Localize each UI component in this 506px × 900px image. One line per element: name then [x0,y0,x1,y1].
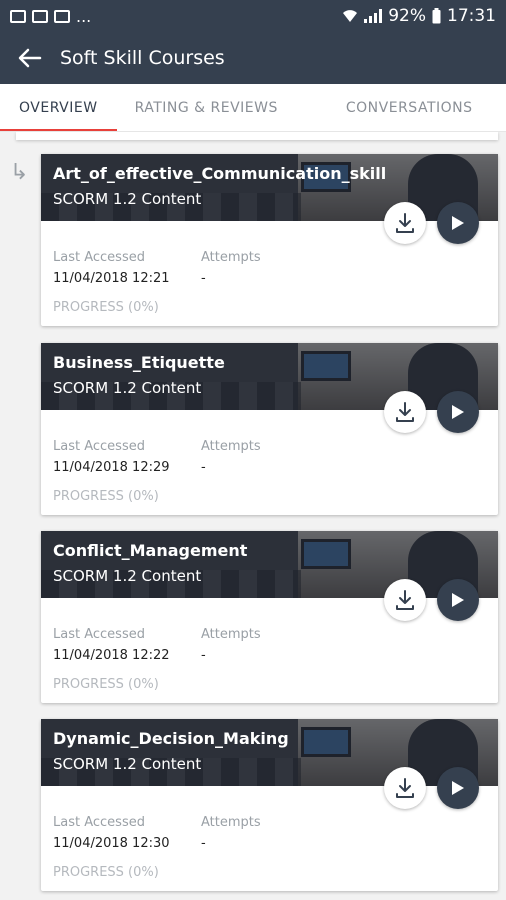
download-icon [396,778,414,798]
play-icon [452,781,464,795]
more-notifications-indicator: ... [76,6,92,26]
back-button[interactable] [0,32,60,84]
last-accessed-label: Last Accessed [53,439,145,454]
status-bar: ... 92% 17:31 [0,0,506,32]
play-icon [452,593,464,607]
attempts-value: - [201,460,206,475]
tab-bar: OVERVIEW RATING & REVIEWS CONVERSATIONS [0,84,506,132]
previous-card-edge [16,132,498,140]
course-name: Business_Etiquette [53,353,225,372]
last-accessed-label: Last Accessed [53,250,145,265]
course-name: Art_of_effective_Communication_skill [53,164,387,183]
last-accessed-value: 11/04/2018 12:22 [53,648,170,663]
tab-rating-reviews[interactable]: RATING & REVIEWS [135,84,278,131]
battery-icon [432,8,441,24]
progress-label: PROGRESS (0%) [53,865,159,880]
course-name: Dynamic_Decision_Making [53,729,289,748]
course-name: Conflict_Management [53,541,248,560]
download-button[interactable] [384,767,426,809]
wifi-icon [343,10,358,22]
attempts-value: - [201,648,206,663]
download-icon [396,590,414,610]
last-accessed-value: 11/04/2018 12:29 [53,460,170,475]
last-accessed-label: Last Accessed [53,627,145,642]
course-card[interactable]: Business_Etiquette SCORM 1.2 Content Las… [41,343,498,515]
progress-label: PROGRESS (0%) [53,677,159,692]
battery-percent: 92% [388,6,426,26]
tab-conversations[interactable]: CONVERSATIONS [346,84,473,131]
arrow-left-icon [18,48,42,68]
play-button[interactable] [437,579,479,621]
course-card[interactable]: Dynamic_Decision_Making SCORM 1.2 Conten… [41,719,498,891]
content-type: SCORM 1.2 Content [53,567,202,585]
attempts-label: Attempts [201,627,261,642]
page-title: Soft Skill Courses [60,47,225,69]
gallery-notification-icon [32,9,48,23]
play-button[interactable] [437,391,479,433]
course-card[interactable]: Conflict_Management SCORM 1.2 Content La… [41,531,498,703]
attempts-label: Attempts [201,439,261,454]
last-accessed-label: Last Accessed [53,815,145,830]
play-icon [452,405,464,419]
download-icon [396,213,414,233]
progress-label: PROGRESS (0%) [53,489,159,504]
attempts-label: Attempts [201,815,261,830]
notification-icons: ... [10,7,91,26]
signal-icon [364,9,383,23]
course-card[interactable]: Art_of_effective_Communication_skill SCO… [41,154,498,326]
sub-item-arrow-icon: ↳ [10,160,29,185]
attempts-label: Attempts [201,250,261,265]
download-icon [396,402,414,422]
download-button[interactable] [384,579,426,621]
last-accessed-value: 11/04/2018 12:30 [53,836,170,851]
download-button[interactable] [384,391,426,433]
attempts-value: - [201,836,206,851]
attempts-value: - [201,271,206,286]
play-icon [452,216,464,230]
download-button[interactable] [384,202,426,244]
content-type: SCORM 1.2 Content [53,190,202,208]
content-type: SCORM 1.2 Content [53,379,202,397]
progress-label: PROGRESS (0%) [53,300,159,315]
course-list[interactable]: ↳ Art_of_effective_Communication_skill S… [0,132,506,900]
app-bar: Soft Skill Courses [0,32,506,84]
content-type: SCORM 1.2 Content [53,755,202,773]
card-notification-icon [54,9,70,23]
clock: 17:31 [447,6,496,26]
play-button[interactable] [437,767,479,809]
tab-overview[interactable]: OVERVIEW [0,84,117,131]
last-accessed-value: 11/04/2018 12:21 [53,271,170,286]
play-button[interactable] [437,202,479,244]
image-notification-icon [10,9,26,23]
